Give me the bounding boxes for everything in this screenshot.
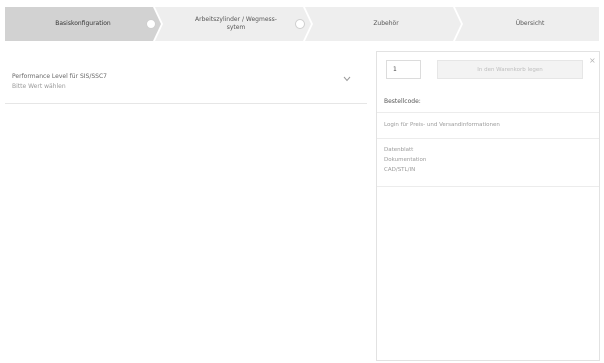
config-title: Performance Level für SIS/SSC7 [12, 73, 107, 80]
step-1-indicator-icon [146, 19, 156, 29]
datasheet-link[interactable]: Datenblatt [384, 147, 426, 154]
step-2-label-line2: sytem [226, 24, 246, 31]
step-3-label: Zubehör [373, 20, 399, 27]
order-code-label: Bestellcode: [384, 98, 421, 105]
order-panel: In den Warenkorb legen × Bestellcode: Lo… [376, 51, 600, 361]
config-dropdown-toggle[interactable] [338, 70, 356, 88]
quantity-input[interactable] [386, 60, 421, 79]
step-basiskonfiguration[interactable]: Basiskonfiguration [5, 7, 161, 41]
divider [377, 112, 599, 113]
step-uebersicht[interactable]: Übersicht [461, 7, 599, 41]
login-link[interactable]: Login für Preis- und Versandinformatione… [384, 122, 500, 128]
step-2-label: Arbeitszylinder / Wegmess- sytem [187, 16, 285, 32]
step-navigation: Basiskonfiguration Arbeitszylinder / Weg… [5, 7, 599, 41]
configuration-row[interactable]: Performance Level für SIS/SSC7 Bitte Wer… [5, 64, 367, 104]
cad-link[interactable]: CAD/STL/IN [384, 167, 426, 174]
documentation-link[interactable]: Dokumentation [384, 157, 426, 164]
step-2-indicator-icon [295, 19, 305, 29]
step-4-label: Übersicht [515, 20, 545, 27]
add-to-cart-button[interactable]: In den Warenkorb legen [437, 60, 583, 79]
divider [377, 138, 599, 139]
step-1-label: Basiskonfiguration [55, 20, 111, 27]
chevron-down-icon [343, 76, 351, 82]
divider [377, 186, 599, 187]
step-arbeitszylinder[interactable]: Arbeitszylinder / Wegmess- sytem [161, 7, 311, 41]
step-2-label-line1: Arbeitszylinder / Wegmess- [195, 16, 277, 23]
config-value: Bitte Wert wählen [12, 83, 66, 90]
step-zubehoer[interactable]: Zubehör [311, 7, 461, 41]
close-icon[interactable]: × [589, 57, 596, 65]
document-links: Datenblatt Dokumentation CAD/STL/IN [384, 147, 426, 174]
